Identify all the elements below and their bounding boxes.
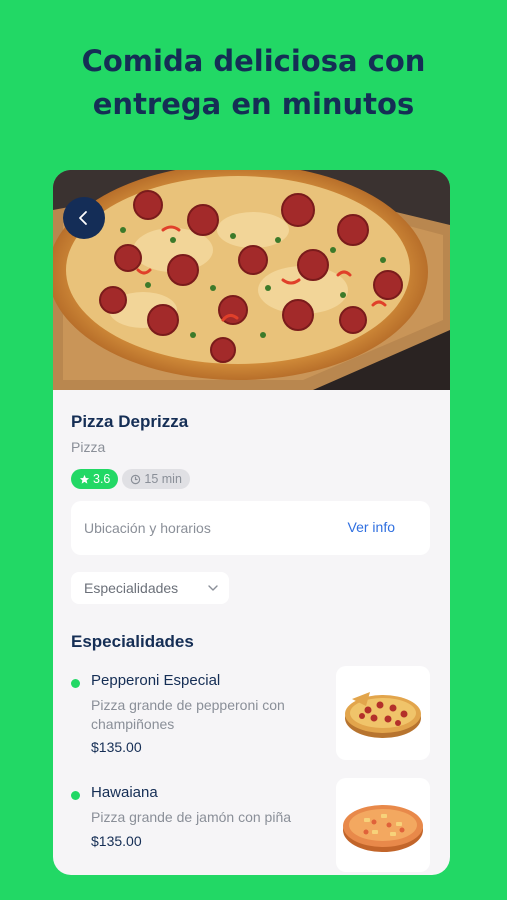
menu-item-price: $135.00 <box>91 833 142 849</box>
back-button[interactable] <box>63 197 105 239</box>
category-select-value: Especialidades <box>84 580 179 596</box>
category-select[interactable]: Especialidades <box>71 572 229 604</box>
hawaiian-pizza-image <box>343 805 423 852</box>
location-hours-label: Ubicación y horarios <box>84 520 211 536</box>
rating-badge: 3.6 <box>71 469 119 489</box>
chevron-down-icon <box>208 585 218 591</box>
rating-value: 3.6 <box>93 472 111 486</box>
menu-item-description: Pizza grande de jamón con piña <box>91 809 292 825</box>
delivery-time-value: 15 min <box>144 472 182 486</box>
chevron-left-icon <box>79 211 87 225</box>
pepperoni-pizza-image <box>345 692 421 738</box>
location-hours-row: Ubicación y horarios Ver info <box>71 501 430 555</box>
app-screen-card: Pizza Deprizza Pizza 3.6 15 min Ubicació… <box>53 170 450 875</box>
headline-line-1: Comida deliciosa con <box>81 44 426 78</box>
view-info-link[interactable]: Ver info <box>348 519 395 535</box>
menu-item[interactable]: Hawaiana Pizza grande de jamón con piña … <box>71 778 430 872</box>
menu-item-image <box>336 666 430 760</box>
menu-item-image <box>336 778 430 872</box>
clock-icon <box>131 474 141 484</box>
delivery-time-badge: 15 min <box>122 469 190 489</box>
menu-item-description: Pizza grande de pepperoni con champiñone… <box>91 697 285 732</box>
menu-item[interactable]: Pepperoni Especial Pizza grande de peppe… <box>71 666 430 762</box>
store-hero-image <box>53 170 450 390</box>
menu-item-name: Hawaiana <box>91 784 158 801</box>
menu-item-name: Pepperoni Especial <box>91 672 221 689</box>
pizza-photo <box>53 170 450 390</box>
section-title: Especialidades <box>71 632 194 651</box>
store-name: Pizza Deprizza <box>71 412 189 431</box>
star-icon <box>79 474 90 484</box>
headline-line-2: entrega en minutos <box>92 87 415 121</box>
availability-dot <box>71 679 80 688</box>
store-badges: 3.6 15 min <box>71 469 190 489</box>
menu-item-price: $135.00 <box>91 739 142 755</box>
availability-dot <box>71 791 80 800</box>
store-category: Pizza <box>71 439 106 455</box>
promo-headline: Comida deliciosa con entrega en minutos <box>0 40 507 126</box>
